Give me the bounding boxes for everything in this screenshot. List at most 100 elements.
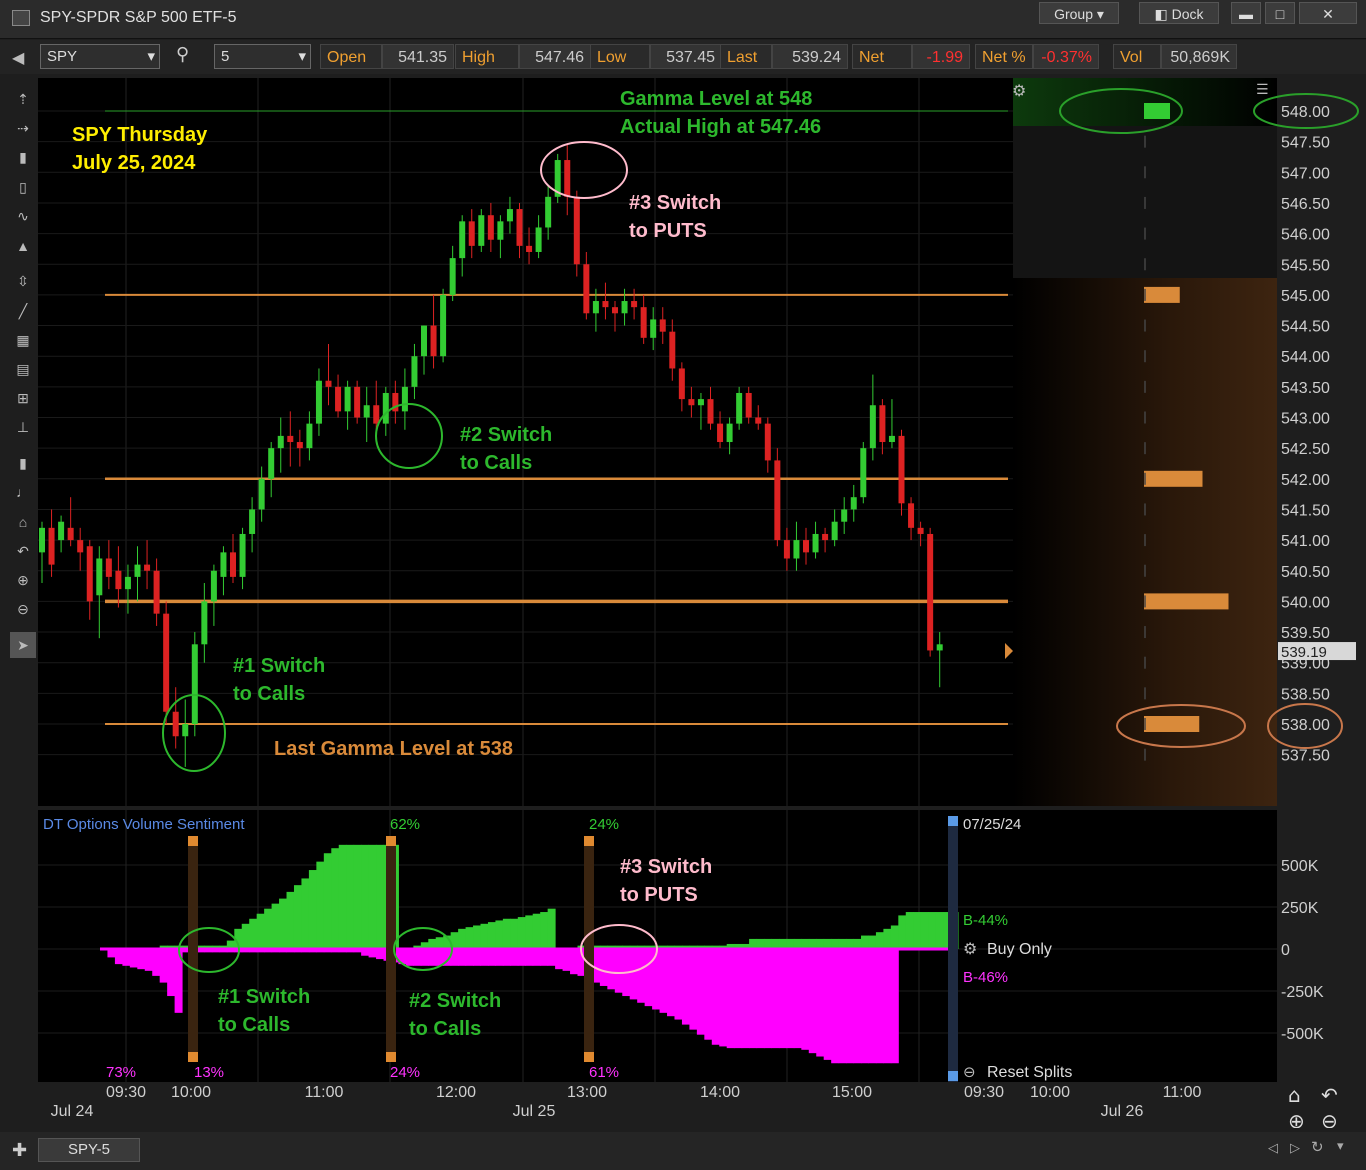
scroll-left-icon[interactable]: ◁ [1268,1140,1278,1156]
tab-spy-5[interactable]: SPY-5 [38,1138,140,1162]
zoom-in-view-icon[interactable]: ⊕ [1288,1109,1305,1128]
sentiment-neg-bar [808,949,817,1054]
zoom-out-view-icon[interactable]: ⊖ [1321,1109,1338,1128]
home-icon[interactable]: ⌂ [10,509,36,535]
sentiment-neg-bar [629,949,638,1000]
price-axis-label: 545.50 [1281,257,1330,274]
pointer-icon[interactable]: ➤ [10,632,36,658]
candle-body [144,564,151,571]
sentiment-neg-bar [868,949,877,1064]
sentiment-pos-bar [286,891,295,949]
sentiment-neg-bar [167,949,176,997]
title-bar: SPY-SPDR S&P 500 ETF-5 Group ▾ ◧ Dock ▬ … [0,0,1366,39]
sentiment-pos-bar [898,915,907,949]
candle-type-icon[interactable]: ▮ [10,144,36,170]
quote-value-vol: 50,869K [1161,44,1237,69]
dock-button[interactable]: ◧ Dock [1139,2,1219,24]
candle-body [764,423,771,461]
sentiment-neg-bar [756,949,765,1049]
fib-icon[interactable]: ⊥ [10,414,36,440]
add-tab-icon[interactable]: ✚ [12,1140,27,1161]
more-options-icon[interactable]: ▾ [1337,1138,1344,1154]
gamma-strength-bar [1144,470,1203,487]
zoom-out-icon[interactable]: ⊖ [10,596,36,622]
undo-icon[interactable]: ↶ [10,538,36,564]
sentiment-pos-bar [256,913,265,949]
sentiment-pos-bar [816,938,825,949]
crosshair-tool-icon[interactable]: ⇡ [10,86,36,112]
candle-body [850,497,857,510]
candle-body [182,724,189,737]
top-percent-label: 62% [390,816,420,833]
interval-select[interactable]: 5 ▾ [214,44,311,69]
candle-body [201,601,208,645]
price-axis-label: 546.00 [1281,227,1330,244]
group-button[interactable]: Group ▾ [1039,2,1119,24]
line-type-icon[interactable]: ∿ [10,203,36,229]
time-axis-label: 15:00 [832,1084,872,1101]
sentiment-neg-bar [614,949,623,993]
note-icon[interactable]: ♩ [10,479,36,505]
sentiment-neg-bar [502,949,511,966]
buy-only-gear-icon[interactable]: ⚙ [963,939,977,958]
sentiment-neg-bar [801,949,810,1050]
undo-view-icon[interactable]: ↶ [1321,1083,1338,1107]
layout-icon[interactable]: ⊞ [10,385,36,411]
refresh-icon[interactable]: ↻ [1311,1138,1324,1156]
sentiment-neg-bar [547,949,556,966]
grid-icon[interactable]: ▦ [10,327,36,353]
zoom-in-icon[interactable]: ⊕ [10,567,36,593]
sentiment-pos-bar [764,938,772,949]
sentiment-neg-bar [816,949,825,1057]
scroll-right-icon[interactable]: ▷ [1290,1140,1300,1156]
reset-splits-icon[interactable]: ⊖ [963,1063,976,1081]
maximize-button[interactable]: □ [1265,2,1295,24]
menu-icon[interactable]: ☰ [1256,82,1269,98]
table-icon[interactable]: ▤ [10,356,36,382]
drawing-toolbar: ⇡ ⇢ ▮ ▯ ∿ ▲ ⇳ ╱ ▦ ▤ ⊞ ⊥ ▮ ♩ ⌂ ↶ ⊕ ⊖ ➤ [8,86,36,666]
sentiment-neg-bar [473,949,482,966]
cursor-tool-icon[interactable]: ⇢ [10,115,36,141]
sentiment-pos-bar [502,918,511,949]
close-button[interactable]: ✕ [1299,2,1357,24]
candle-body [516,209,523,246]
window-title: SPY-SPDR S&P 500 ETF-5 [40,9,237,26]
quote-value-net: -1.99 [912,44,970,69]
candle-body [401,386,408,412]
gear-icon[interactable]: ⚙ [1012,81,1026,100]
price-axis-label: 541.50 [1281,502,1330,519]
back-arrow-icon[interactable]: ◀ [12,48,24,68]
chart-title-annotation: SPY Thursday July 25, 2024 [72,124,208,174]
candle-body [105,558,112,577]
candle-body [315,380,322,424]
sentiment-neg-bar [555,949,564,970]
bar-type-icon[interactable]: ▯ [10,174,36,200]
sentiment-neg-bar [875,949,884,1064]
trendline-icon[interactable]: ╱ [10,298,36,324]
candle-body [497,221,504,240]
area-type-icon[interactable]: ▲ [10,233,36,259]
time-axis-label: 14:00 [700,1084,740,1101]
switch3-annotation: #3 Switch to PUTS [629,192,722,242]
quote-label-low: Low [590,44,650,69]
candle-body [803,540,809,553]
candle-body [86,546,93,602]
study-icon[interactable]: ▮ [10,450,36,476]
symbol-input[interactable]: SPY ▾ [40,44,160,69]
search-icon[interactable]: ⚲ [176,44,189,65]
sentiment-pos-bar [875,932,884,949]
home-view-icon[interactable]: ⌂ [1288,1083,1301,1107]
sentiment-pos-bar [293,885,302,949]
candle-body [822,533,829,541]
candle-body [363,405,370,418]
minimize-button[interactable]: ▬ [1231,2,1261,24]
sentiment-pos-bar [517,917,526,949]
sentiment-neg-bar [734,949,743,1049]
candle-body [153,570,160,614]
candle-body [545,196,552,228]
fit-vertical-icon[interactable]: ⇳ [10,268,36,294]
sentiment-pos-bar [465,927,474,949]
sentiment-pos-bar [808,938,817,949]
sentiment-pos-bar [920,912,929,949]
price-axis-label: 542.00 [1281,472,1330,489]
